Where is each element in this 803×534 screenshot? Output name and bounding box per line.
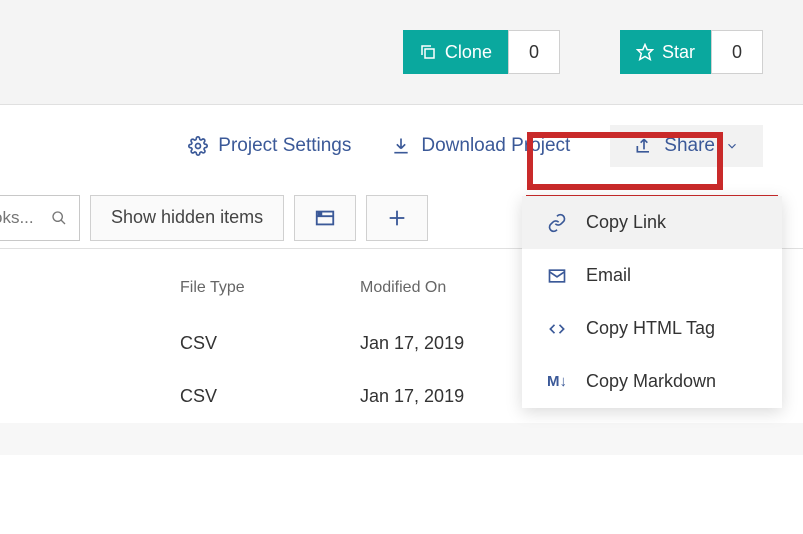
mail-icon [546,266,568,286]
share-email[interactable]: Email [522,249,782,302]
table-row[interactable] [0,423,803,455]
star-label: Star [662,42,695,63]
project-settings-link[interactable]: Project Settings [188,135,351,157]
star-icon [636,43,654,61]
col-filetype[interactable]: File Type [180,279,360,297]
share-menu: Copy Link Email Copy HTML Tag M↓ Copy Ma… [522,196,782,408]
show-hidden-button[interactable]: Show hidden items [90,195,284,241]
show-hidden-label: Show hidden items [111,207,263,228]
link-icon [546,213,568,233]
email-label: Email [586,265,631,286]
star-group: Star 0 [620,30,763,74]
code-icon [546,319,568,339]
clone-group: Clone 0 [403,30,560,74]
share-icon [634,136,654,156]
download-icon [391,136,411,156]
search-input[interactable] [0,208,41,228]
clone-button[interactable]: Clone [403,30,508,74]
download-label: Download Project [421,135,570,157]
download-project-link[interactable]: Download Project [391,135,570,157]
settings-label: Project Settings [218,135,351,157]
share-copy-link[interactable]: Copy Link [522,196,782,249]
terminal-button[interactable] [294,195,356,241]
share-label: Share [664,135,715,157]
search-box[interactable] [0,195,80,241]
share-copy-markdown[interactable]: M↓ Copy Markdown [522,355,782,408]
cell-filetype: CSV [180,333,360,354]
clone-label: Clone [445,42,492,63]
add-button[interactable] [366,195,428,241]
share-copy-html[interactable]: Copy HTML Tag [522,302,782,355]
plus-icon [386,207,408,229]
share-dropdown-button[interactable]: Share [610,125,763,167]
copy-html-label: Copy HTML Tag [586,318,715,339]
actions-bar: Project Settings Download Project Share [0,105,803,187]
copy-md-label: Copy Markdown [586,371,716,392]
top-bar: Clone 0 Star 0 [0,0,803,105]
copy-icon [419,43,437,61]
gear-icon [188,136,208,156]
star-button[interactable]: Star [620,30,711,74]
chevron-down-icon [725,139,739,153]
copy-link-label: Copy Link [586,212,666,233]
star-count: 0 [711,30,763,74]
terminal-icon [314,207,336,229]
markdown-icon: M↓ [546,373,568,390]
clone-count: 0 [508,30,560,74]
search-icon [51,210,67,226]
cell-filetype: CSV [180,386,360,407]
